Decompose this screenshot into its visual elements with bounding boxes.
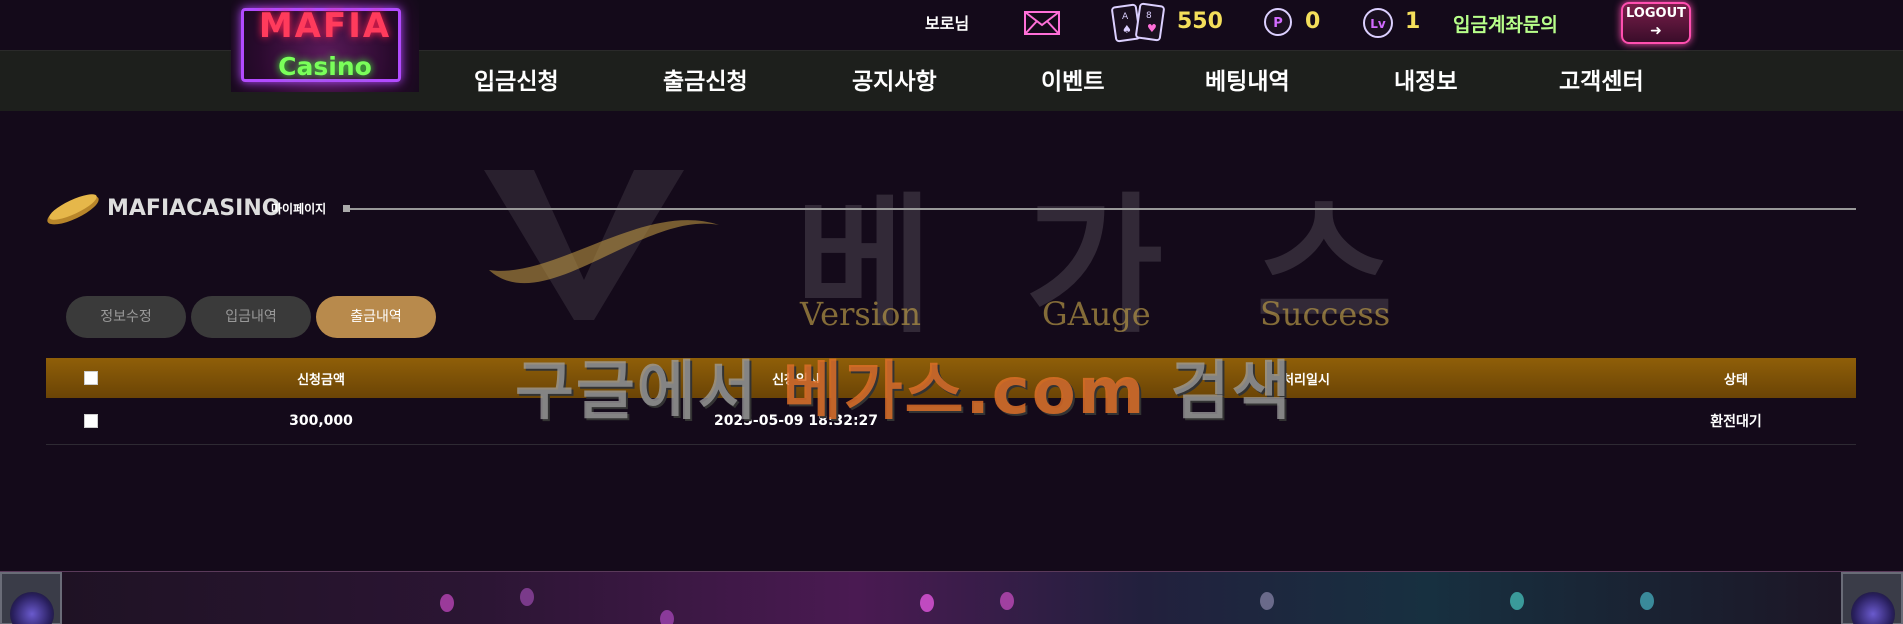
table-header: 신청금액 신청일시 처리일시 상태 [46, 358, 1856, 398]
logout-button[interactable]: LOGOUT ➜ [1621, 2, 1691, 44]
row-checkbox-cell [46, 398, 136, 444]
header-status: 상태 [1724, 372, 1748, 388]
point-balance: 0 [1305, 9, 1321, 34]
stage-light [520, 588, 534, 606]
speaker-left-icon [0, 572, 62, 624]
row-request-date: 2025-05-09 18:32:27 [713, 413, 879, 429]
logo-text-top: MAFIA [258, 6, 392, 46]
nav-deposit-request[interactable]: 입금신청 [474, 62, 559, 96]
svg-text:A: A [1122, 12, 1129, 22]
nav-my-info[interactable]: 내정보 [1394, 62, 1457, 96]
tab-withdraw-history[interactable]: 출금내역 [316, 296, 436, 338]
speaker-cone [1851, 592, 1895, 624]
watermark-word-version: Version [800, 295, 921, 333]
tab-edit-info[interactable]: 정보수정 [66, 296, 186, 338]
level-icon: Lv [1363, 8, 1393, 38]
logo-text-bottom: Casino [278, 52, 372, 81]
title-divider [350, 208, 1856, 210]
row-checkbox[interactable] [84, 414, 98, 428]
table-row: 300,000 2025-05-09 18:32:27 환전대기 [46, 398, 1856, 445]
nav-event[interactable]: 이벤트 [1041, 62, 1104, 96]
user-name: 보로님 [925, 14, 970, 33]
header-processed-date: 처리일시 [1282, 372, 1330, 388]
stage-light [1510, 592, 1524, 610]
svg-text:Lv: Lv [1370, 17, 1386, 31]
page: 입금신청 출금신청 공지사항 이벤트 베팅내역 내정보 고객센터 MAFIA C… [0, 0, 1903, 624]
svg-text:8: 8 [1146, 11, 1152, 21]
logout-label: LOGOUT [1625, 6, 1687, 21]
svg-text:♠: ♠ [1122, 23, 1132, 36]
watermark-word-success: Success [1260, 295, 1391, 333]
point-icon: P [1264, 8, 1292, 36]
header-amount: 신청금액 [297, 372, 345, 388]
watermark-v-logo [484, 170, 719, 320]
withdraw-history-table: 신청금액 신청일시 처리일시 상태 300,000 2025-05-09 18:… [46, 358, 1856, 445]
section-subtitle: 마이페이지 [271, 202, 327, 216]
title-line-dot [343, 205, 350, 212]
deposit-account-inquiry-link[interactable]: 입금계좌문의 [1453, 10, 1558, 37]
stage-light [1000, 592, 1014, 610]
svg-text:♥: ♥ [1147, 22, 1157, 35]
header-request-date: 신청일시 [772, 372, 820, 388]
svg-text:P: P [1273, 16, 1283, 31]
logo[interactable]: MAFIA Casino [231, 0, 419, 92]
stage-light [440, 594, 454, 612]
playing-cards-icon: A 8 ♠ ♥ [1111, 2, 1165, 43]
gold-coin-icon [47, 194, 99, 225]
row-processed-date [1186, 398, 1426, 444]
stage-light [1640, 592, 1654, 610]
nav-notice[interactable]: 공지사항 [852, 62, 937, 96]
stage-light [660, 610, 674, 624]
section-title: MAFIACASINO [107, 196, 281, 221]
speaker-cone [10, 592, 54, 624]
stage-light [920, 594, 934, 612]
stage-light [1260, 592, 1274, 610]
nav-customer-center[interactable]: 고객센터 [1559, 62, 1644, 96]
arrow-right-icon: ➜ [1650, 23, 1662, 39]
nav-withdraw-request[interactable]: 출금신청 [663, 62, 748, 96]
footer-banner [0, 571, 1903, 624]
user-level: 1 [1405, 9, 1421, 34]
watermark-word-gauge: GAuge [1042, 295, 1151, 333]
envelope-icon[interactable] [1024, 11, 1060, 35]
tab-deposit-history[interactable]: 입금내역 [191, 296, 311, 338]
header-checkbox-cell [46, 358, 136, 398]
money-balance: 550 [1177, 9, 1223, 34]
row-amount: 300,000 [289, 413, 353, 429]
select-all-checkbox[interactable] [84, 371, 98, 385]
speaker-right-icon [1841, 572, 1903, 624]
nav-betting-history[interactable]: 베팅내역 [1205, 62, 1290, 96]
row-status: 환전대기 [1710, 414, 1762, 430]
